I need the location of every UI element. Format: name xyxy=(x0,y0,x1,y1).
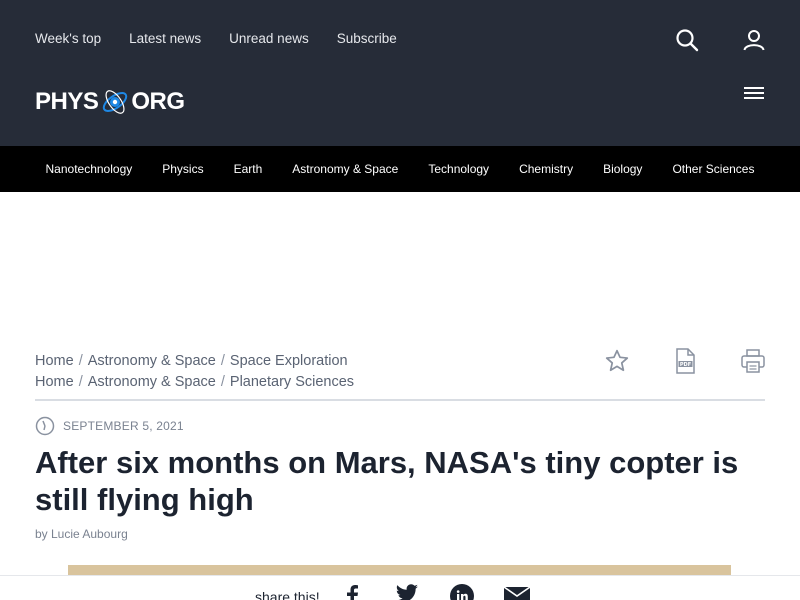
site-logo[interactable]: PHYS ORG xyxy=(35,82,185,122)
article-dateline: SEPTEMBER 5, 2021 xyxy=(35,416,184,436)
print-icon[interactable] xyxy=(740,348,766,374)
breadcrumb-home-link[interactable]: Home xyxy=(35,353,74,369)
svg-text:PDF: PDF xyxy=(680,362,691,368)
breadcrumb-separator: / xyxy=(78,374,83,390)
logo-text-left: PHYS xyxy=(35,88,99,115)
share-bar: share this! xyxy=(0,575,800,600)
bookmark-star-icon[interactable] xyxy=(604,348,630,374)
category-biology[interactable]: Biology xyxy=(588,162,657,176)
breadcrumb-separator: / xyxy=(78,353,83,369)
facebook-icon[interactable] xyxy=(338,584,366,600)
category-nanotechnology[interactable]: Nanotechnology xyxy=(31,162,148,176)
logo-atom-icon xyxy=(100,82,130,122)
nav-weeks-top-link[interactable]: Week's top xyxy=(35,31,101,46)
site-header: Week's top Latest news Unread news Subsc… xyxy=(0,0,800,146)
share-label: share this! xyxy=(255,589,320,600)
category-astronomy-space[interactable]: Astronomy & Space xyxy=(277,162,413,176)
header-divider xyxy=(35,399,765,401)
breadcrumb-astronomy-link[interactable]: Astronomy & Space xyxy=(88,374,216,390)
linkedin-icon[interactable] xyxy=(448,584,476,600)
breadcrumb-home-link[interactable]: Home xyxy=(35,374,74,390)
nav-subscribe-link[interactable]: Subscribe xyxy=(337,31,397,46)
nav-unread-news-link[interactable]: Unread news xyxy=(229,31,309,46)
article-title: After six months on Mars, NASA's tiny co… xyxy=(35,445,739,517)
category-earth[interactable]: Earth xyxy=(219,162,278,176)
category-technology[interactable]: Technology xyxy=(413,162,504,176)
category-nav: Nanotechnology Physics Earth Astronomy &… xyxy=(0,146,800,192)
breadcrumb-planetary-sciences-link[interactable]: Planetary Sciences xyxy=(230,374,354,390)
pdf-icon[interactable]: PDF xyxy=(672,348,698,374)
twitter-icon[interactable] xyxy=(393,584,421,600)
breadcrumb-separator: / xyxy=(220,353,225,369)
search-icon[interactable] xyxy=(674,27,700,53)
clock-icon xyxy=(35,416,55,436)
top-nav: Week's top Latest news Unread news Subsc… xyxy=(35,31,397,46)
category-physics[interactable]: Physics xyxy=(147,162,218,176)
article-date: SEPTEMBER 5, 2021 xyxy=(63,419,184,433)
category-chemistry[interactable]: Chemistry xyxy=(504,162,588,176)
email-icon[interactable] xyxy=(503,584,531,600)
menu-icon[interactable] xyxy=(741,80,767,106)
article-byline: by Lucie Aubourg xyxy=(35,527,128,541)
breadcrumb-row: Home / Astronomy & Space / Space Exploration xyxy=(35,351,354,372)
nav-latest-news-link[interactable]: Latest news xyxy=(129,31,201,46)
breadcrumb-row: Home / Astronomy & Space / Planetary Science… xyxy=(35,372,354,393)
user-icon[interactable] xyxy=(741,27,767,53)
logo-text-right: ORG xyxy=(131,88,185,115)
breadcrumb-astronomy-link[interactable]: Astronomy & Space xyxy=(88,353,216,369)
breadcrumb-separator: / xyxy=(220,374,225,390)
breadcrumb-space-exploration-link[interactable]: Space Exploration xyxy=(230,353,348,369)
category-other-sciences[interactable]: Other Sciences xyxy=(657,162,769,176)
breadcrumb: Home / Astronomy & Space / Space Exploration… xyxy=(35,351,354,393)
